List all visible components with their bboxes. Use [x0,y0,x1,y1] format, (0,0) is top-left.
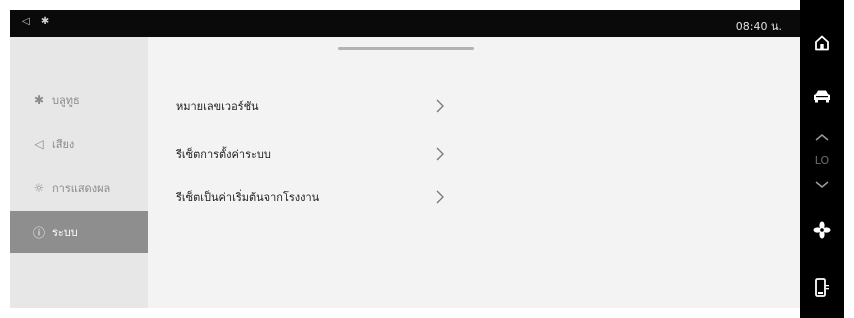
home-button[interactable] [800,27,844,59]
settings-screen: ◁ ✱ 08:40 น. ✱ บลูทูธ ◁ เสียง ☼ การแสดงผ… [10,10,800,318]
row-label: รีเซ็ตการตั้งค่าระบบ [176,148,271,161]
temperature-up-button[interactable] [800,124,844,150]
chevron-up-icon [815,134,829,141]
vehicle-button[interactable] [800,80,844,112]
sidebar-item-label: เสียง [52,138,75,151]
bottom-edge [0,308,800,318]
home-icon [815,35,829,51]
info-icon: ⓘ [32,225,45,240]
phone-button[interactable] [800,272,844,304]
sidebar-item-label: ระบบ [52,226,78,239]
sidebar-item-label: บลูทูธ [52,94,80,107]
chevron-right-icon [436,190,444,204]
bluetooth-icon: ✱ [33,93,45,107]
phone-icon [815,278,829,297]
settings-sidebar: ✱ บลูทูธ ◁ เสียง ☼ การแสดงผล ⓘ ระบบ [10,37,148,318]
vehicle-control-bar: LO [800,0,844,318]
temperature-readout: LO [814,154,830,167]
row-reset-system-settings[interactable]: รีเซ็ตการตั้งค่าระบบ [176,142,446,166]
row-label: หมายเลขเวอร์ชัน [176,100,259,113]
drag-handle[interactable] [338,47,474,50]
row-version-number[interactable]: หมายเลขเวอร์ชัน [176,94,446,118]
row-label: รีเซ็ตเป็นค่าเริ่มต้นจากโรงงาน [176,191,320,204]
temperature-down-button[interactable] [800,172,844,198]
chevron-right-icon [436,147,444,161]
sidebar-item-label: การแสดงผล [52,182,111,195]
sidebar-item-sound[interactable]: ◁ เสียง [10,123,148,165]
fan-icon [813,221,831,239]
brightness-icon: ☼ [33,181,45,195]
chevron-down-icon [815,181,829,188]
clock: 08:40 น. [735,20,782,33]
status-bar: ◁ ✱ 08:40 น. [10,10,800,37]
sidebar-item-bluetooth[interactable]: ✱ บลูทูธ [10,79,148,121]
speaker-icon: ◁ [34,137,44,151]
fan-button[interactable] [800,214,844,246]
sidebar-item-display[interactable]: ☼ การแสดงผล [10,167,148,209]
row-factory-reset[interactable]: รีเซ็ตเป็นค่าเริ่มต้นจากโรงงาน [176,185,446,209]
settings-content: หมายเลขเวอร์ชัน รีเซ็ตการตั้งค่าระบบ รีเ… [148,37,800,318]
sidebar-item-system[interactable]: ⓘ ระบบ [10,211,148,253]
car-icon [814,90,830,103]
status-icons: ◁ ✱ [22,16,54,27]
chevron-right-icon [436,99,444,113]
